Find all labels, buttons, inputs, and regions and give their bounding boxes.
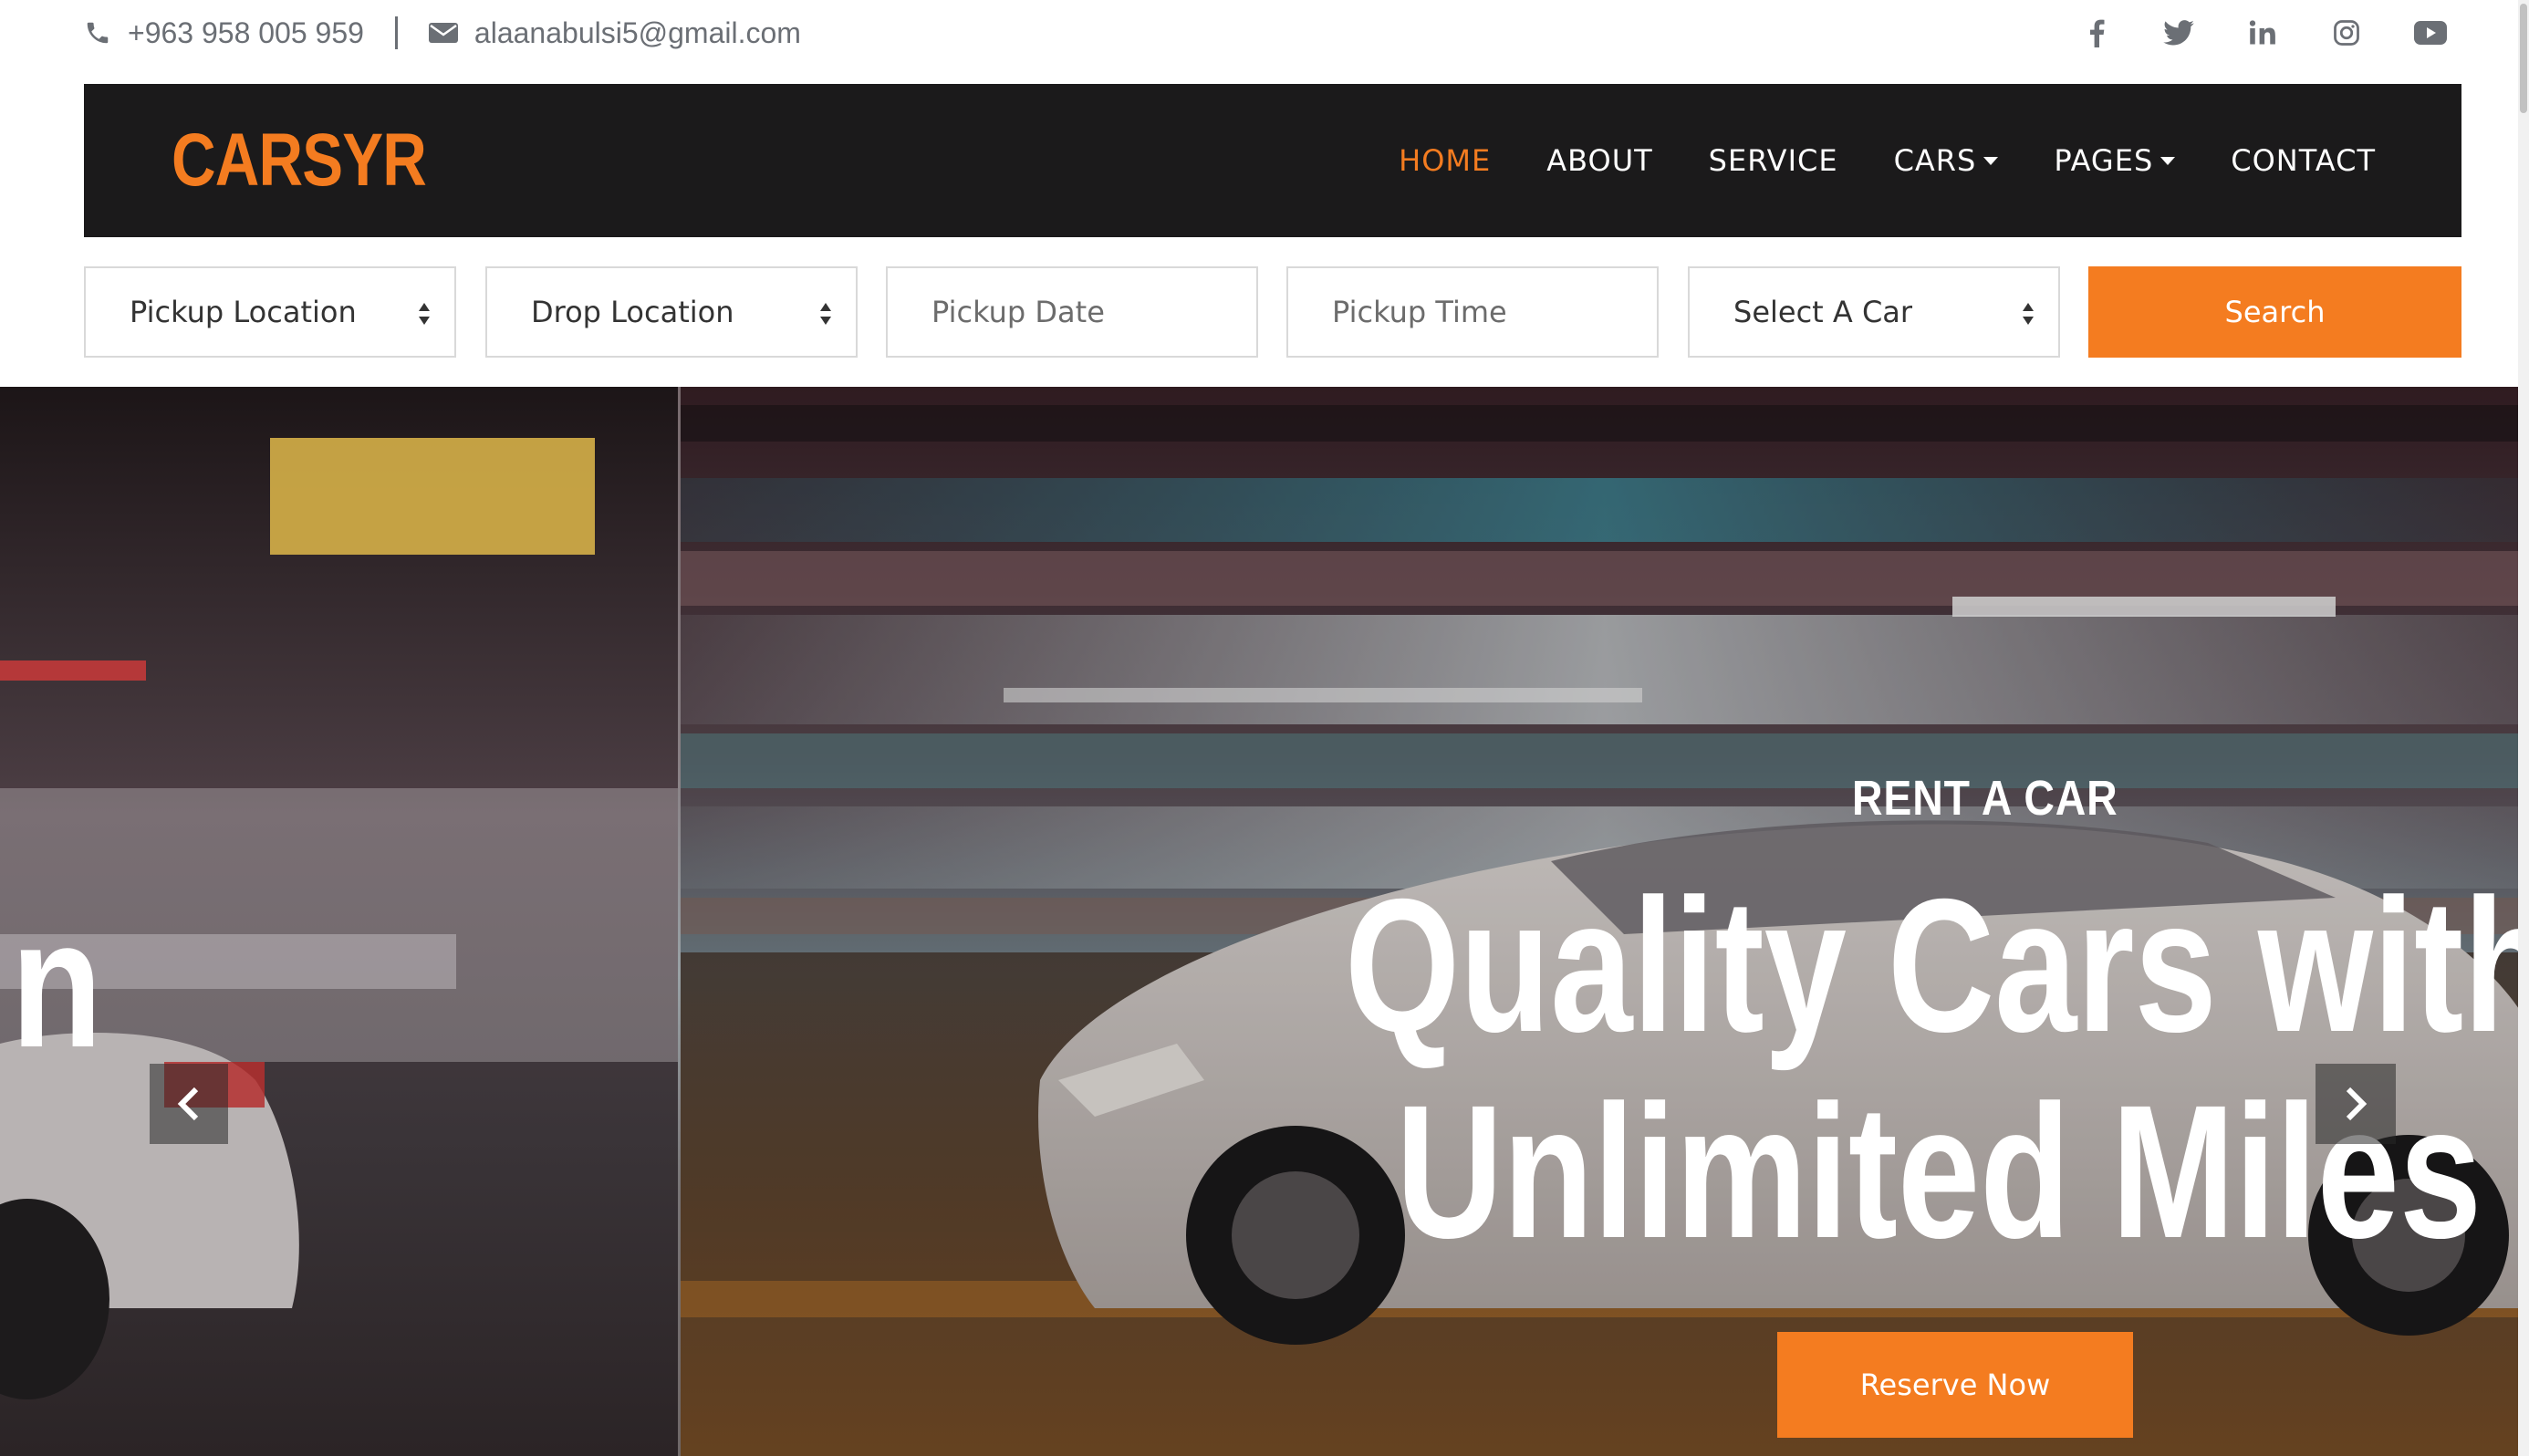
hero-title: Quality Cars with Unlimited Miles: [1345, 863, 2529, 1278]
previous-slide-panel: n: [0, 387, 678, 1456]
select-value: Pickup Location: [130, 295, 357, 329]
main-navbar: CARSYR HOME ABOUT SERVICE CARS PAGES CON…: [84, 84, 2461, 237]
brand-logo[interactable]: CARSYR: [172, 113, 427, 208]
search-button[interactable]: Search: [2088, 266, 2461, 358]
email-address: alaanabulsi5@gmail.com: [474, 16, 801, 49]
hero-carousel: n RENT A CAR Quality Cars with Unlimited…: [0, 387, 2529, 1456]
contact-divider: [394, 16, 398, 49]
hero-title-line-1: Quality Cars with: [1345, 860, 2529, 1072]
scrollbar-thumb[interactable]: [2520, 4, 2527, 113]
nav-item-pages[interactable]: PAGES: [2054, 143, 2176, 178]
reserve-now-button[interactable]: Reserve Now: [1777, 1332, 2133, 1438]
caret-down-icon: [2160, 156, 2176, 165]
select-car-select[interactable]: Select A Car: [1688, 266, 2060, 358]
nav-item-contact[interactable]: CONTACT: [2231, 143, 2376, 178]
twitter-icon[interactable]: [2159, 13, 2199, 53]
scrollbar[interactable]: [2518, 0, 2529, 1456]
facebook-icon[interactable]: [2076, 13, 2117, 53]
chevron-right-icon: [2346, 1087, 2368, 1121]
contact-info: +963 958 005 959 alaanabulsi5@gmail.com: [84, 13, 801, 53]
carousel-next-button[interactable]: [2316, 1064, 2396, 1144]
nav-item-label: CONTACT: [2231, 143, 2376, 178]
caret-down-icon: [1983, 156, 1999, 165]
page: +963 958 005 959 alaanabulsi5@gmail.com: [0, 0, 2529, 1456]
sort-arrows-icon: [820, 303, 831, 325]
nav-item-service[interactable]: SERVICE: [1709, 143, 1838, 178]
input-placeholder: Pickup Date: [931, 295, 1105, 329]
nav-item-about[interactable]: ABOUT: [1546, 143, 1652, 178]
drop-location-select[interactable]: Drop Location: [485, 266, 858, 358]
envelope-icon: [428, 21, 458, 45]
hero-subtitle: RENT A CAR: [1852, 771, 2118, 826]
pickup-time-input[interactable]: Pickup Time: [1286, 266, 1659, 358]
previous-slide-title-fragment: n: [11, 882, 103, 1086]
nav-item-label: CARS: [1893, 143, 1977, 178]
nav-item-label: ABOUT: [1546, 143, 1653, 178]
booking-search-form: Pickup Location Drop Location Pickup Dat…: [84, 266, 2461, 358]
nav-menu: HOME ABOUT SERVICE CARS PAGES CONTACT: [1343, 84, 2376, 237]
pickup-date-input[interactable]: Pickup Date: [886, 266, 1258, 358]
select-value: Select A Car: [1733, 295, 1913, 329]
hero-title-line-2: Unlimited Miles: [1396, 1066, 2482, 1278]
sort-arrows-icon: [419, 303, 430, 325]
input-placeholder: Pickup Time: [1332, 295, 1507, 329]
sort-arrows-icon: [2023, 303, 2034, 325]
linkedin-icon[interactable]: [2243, 13, 2283, 53]
carousel-prev-button[interactable]: [150, 1064, 228, 1144]
nav-item-home[interactable]: HOME: [1399, 143, 1491, 178]
phone-icon: [84, 19, 111, 47]
chevron-left-icon: [177, 1087, 199, 1121]
youtube-icon[interactable]: [2410, 13, 2451, 53]
phone-contact[interactable]: +963 958 005 959: [84, 16, 364, 50]
top-contact-bar: +963 958 005 959 alaanabulsi5@gmail.com: [0, 0, 2529, 84]
social-links: [1982, 13, 2529, 53]
nav-item-label: PAGES: [2054, 143, 2154, 178]
email-contact[interactable]: alaanabulsi5@gmail.com: [428, 16, 801, 50]
nav-item-label: SERVICE: [1708, 143, 1838, 178]
instagram-icon[interactable]: [2326, 13, 2367, 53]
select-value: Drop Location: [531, 295, 734, 329]
slide-divider: [678, 387, 681, 1456]
nav-item-cars[interactable]: CARS: [1894, 143, 1999, 178]
pickup-location-select[interactable]: Pickup Location: [84, 266, 456, 358]
nav-item-label: HOME: [1399, 143, 1492, 178]
phone-number: +963 958 005 959: [128, 16, 364, 49]
